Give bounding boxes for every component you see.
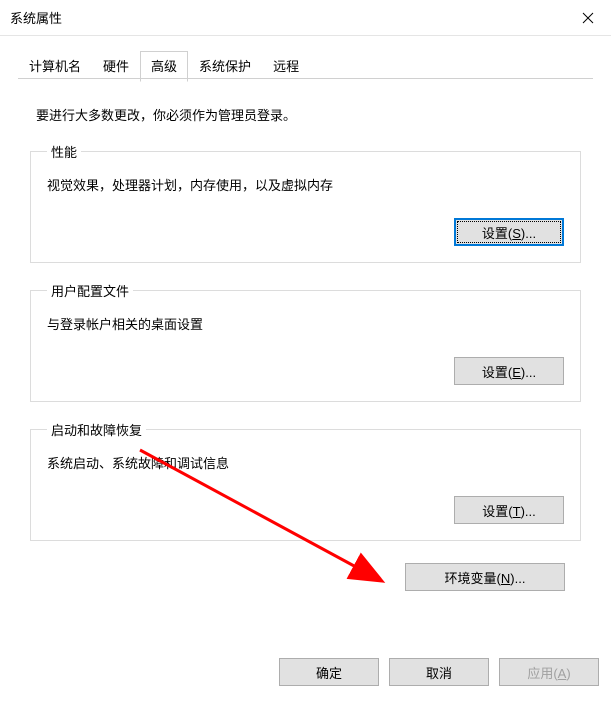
group-performance-desc: 视觉效果，处理器计划，内存使用，以及虚拟内存 — [47, 175, 564, 194]
group-user-profiles-desc: 与登录帐户相关的桌面设置 — [47, 314, 564, 333]
dialog-footer: 确定 取消 应用(A) — [279, 658, 599, 686]
group-user-profiles: 用户配置文件 与登录帐户相关的桌面设置 设置(E)... — [30, 281, 581, 402]
tab-underline — [18, 78, 593, 79]
ok-button[interactable]: 确定 — [279, 658, 379, 686]
titlebar: 系统属性 — [0, 0, 611, 36]
intro-text: 要进行大多数更改，你必须作为管理员登录。 — [36, 105, 575, 124]
apply-button[interactable]: 应用(A) — [499, 658, 599, 686]
user-profiles-settings-button[interactable]: 设置(E)... — [454, 357, 564, 385]
group-user-profiles-legend: 用户配置文件 — [47, 281, 133, 300]
window-title: 系统属性 — [10, 8, 62, 27]
group-startup-recovery-desc: 系统启动、系统故障和调试信息 — [47, 453, 564, 472]
group-performance: 性能 视觉效果，处理器计划，内存使用，以及虚拟内存 设置(S)... — [30, 142, 581, 263]
cancel-button[interactable]: 取消 — [389, 658, 489, 686]
close-icon — [582, 12, 594, 24]
close-button[interactable] — [565, 0, 611, 36]
tab-bar: 计算机名 硬件 高级 系统保护 远程 — [18, 50, 611, 81]
environment-variables-button[interactable]: 环境变量(N)... — [405, 563, 565, 591]
group-startup-recovery: 启动和故障恢复 系统启动、系统故障和调试信息 设置(T)... — [30, 420, 581, 541]
group-startup-recovery-legend: 启动和故障恢复 — [47, 420, 146, 439]
tab-content: 要进行大多数更改，你必须作为管理员登录。 性能 视觉效果，处理器计划，内存使用，… — [0, 105, 611, 591]
startup-recovery-settings-button[interactable]: 设置(T)... — [454, 496, 564, 524]
group-performance-legend: 性能 — [47, 142, 81, 161]
performance-settings-button[interactable]: 设置(S)... — [454, 218, 564, 246]
